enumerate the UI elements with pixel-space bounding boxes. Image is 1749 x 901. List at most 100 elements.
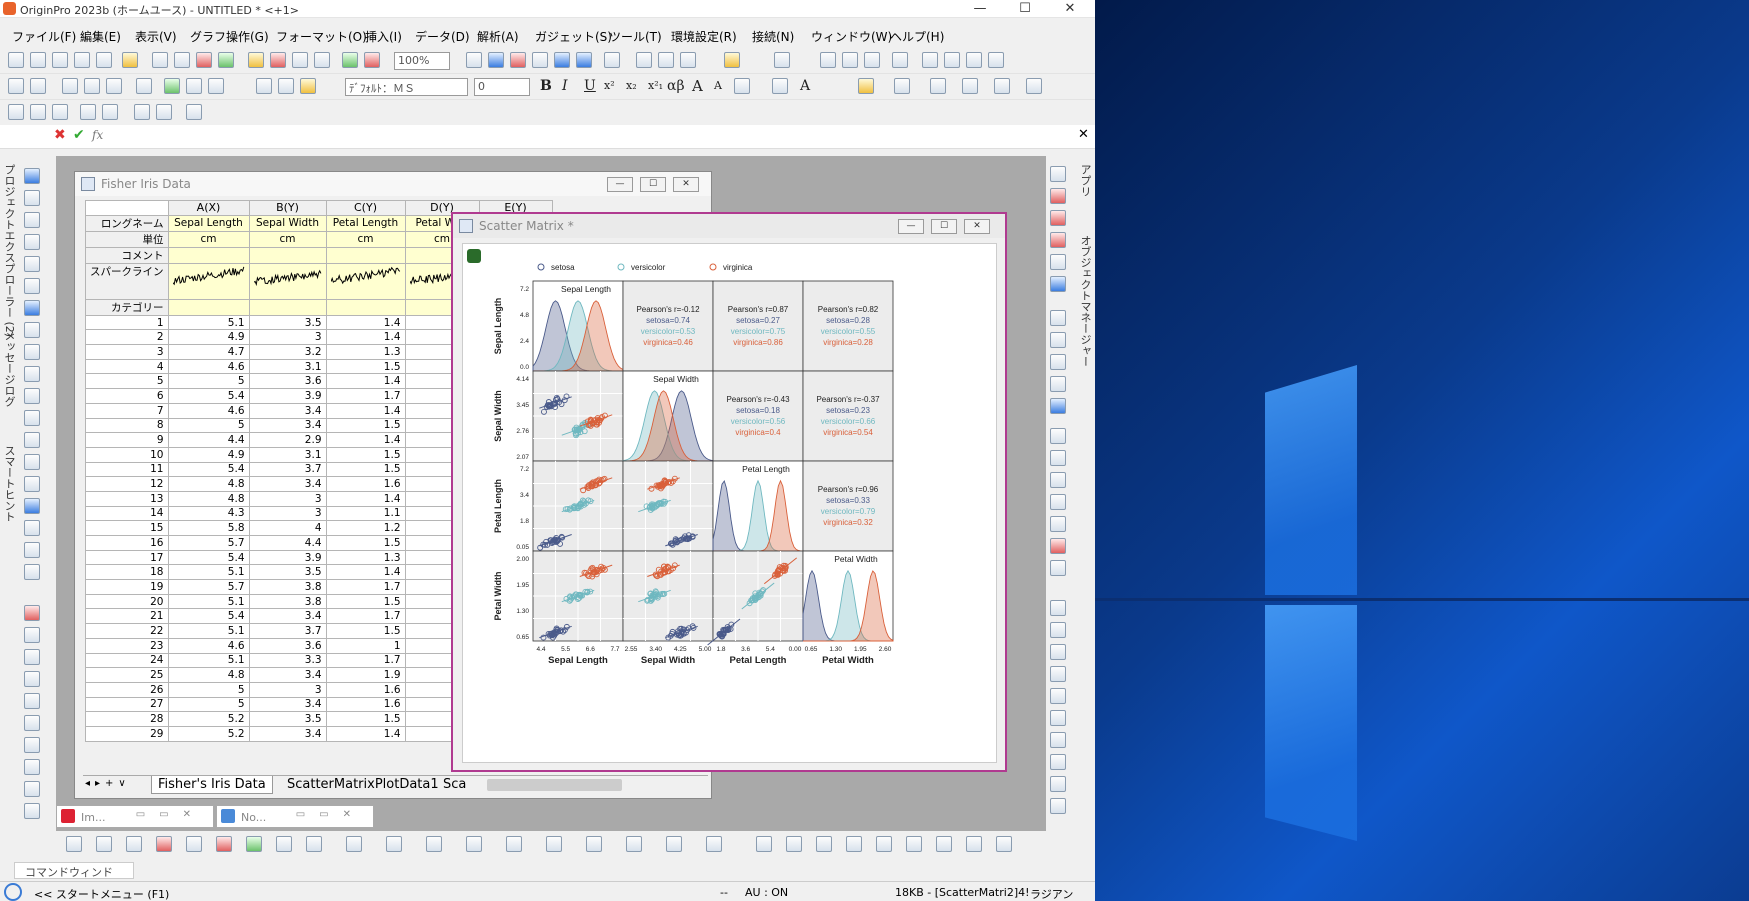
data-cell[interactable]: 3 [248, 681, 327, 698]
data-cell[interactable]: 1.4 [325, 564, 406, 581]
hierarchy-icon[interactable] [604, 52, 620, 68]
frame-6-icon[interactable] [1050, 538, 1066, 554]
save-as-icon[interactable] [314, 52, 330, 68]
frame-5-icon[interactable] [1050, 516, 1066, 532]
row-number[interactable]: 20 [85, 593, 169, 610]
menu-connect[interactable]: 接続(N) [752, 28, 794, 45]
data-cell[interactable]: 1.4 [325, 373, 406, 390]
graph-minimize-button[interactable]: — [898, 219, 924, 234]
minimized-window-notes[interactable]: No... ▭▭✕ [216, 805, 374, 828]
star-icon[interactable] [24, 693, 40, 709]
sheet-tab-sca[interactable]: Sca [437, 776, 472, 794]
new-workbook-icon[interactable] [30, 52, 46, 68]
data-cell[interactable]: 3.5 [248, 564, 327, 581]
data-cell[interactable]: 5.4 [167, 388, 250, 404]
sort-icon[interactable] [864, 52, 880, 68]
row-number[interactable]: 22 [85, 623, 169, 639]
sqrt-tool-icon[interactable] [24, 498, 40, 514]
command-window-icon[interactable] [658, 52, 674, 68]
data-cell[interactable]: 3.4 [248, 402, 327, 419]
row-number[interactable]: 27 [85, 696, 169, 713]
data-cell[interactable]: 4 [248, 520, 327, 536]
data-cell[interactable]: 5.2 [167, 725, 250, 742]
data-cell[interactable]: 4.4 [167, 432, 250, 448]
merge-icon[interactable] [1050, 276, 1066, 292]
data-cell[interactable]: 3.4 [248, 667, 327, 683]
ruler-icon[interactable] [24, 715, 40, 731]
arrange-6-icon[interactable] [1050, 710, 1066, 726]
row-number[interactable]: 14 [85, 505, 169, 522]
axis-3-icon[interactable] [1050, 232, 1066, 248]
fill-color-icon[interactable] [858, 78, 874, 94]
menu-graph[interactable]: グラフ操作(G) [190, 28, 269, 45]
data-cell[interactable]: 3.4 [248, 476, 327, 492]
data-cell[interactable]: 1.4 [325, 329, 406, 346]
data-cell[interactable]: 4.7 [167, 344, 250, 360]
data-cell[interactable]: 3.4 [248, 696, 327, 713]
data-cell[interactable]: 4.8 [167, 476, 250, 492]
menu-format[interactable]: フォーマット(O) [276, 28, 367, 45]
worksheet-close-button[interactable]: ✕ [673, 177, 699, 192]
tab-smart-hint[interactable]: スマートヒント [1, 445, 17, 522]
row-number[interactable]: 28 [85, 711, 169, 727]
align-left-icon[interactable] [734, 78, 750, 94]
bold-button[interactable]: B [540, 78, 552, 94]
table-tool-icon[interactable] [24, 803, 40, 819]
tab-message-log[interactable]: メッセージログ [1, 330, 17, 407]
insert-table-icon[interactable] [546, 836, 562, 852]
data-cell[interactable]: 1.3 [325, 344, 406, 360]
layer-tool-icon[interactable] [24, 564, 40, 580]
frame-3-icon[interactable] [1050, 472, 1066, 488]
data-cell[interactable]: 1.7 [325, 608, 406, 625]
new-code-icon[interactable] [218, 52, 234, 68]
data-cell[interactable]: 1.4 [325, 432, 406, 448]
box-icon[interactable] [586, 836, 602, 852]
script-icon[interactable] [532, 52, 548, 68]
add-data-icon[interactable] [164, 78, 180, 94]
arrange-3-icon[interactable] [1050, 644, 1066, 660]
polar-icon[interactable] [346, 836, 362, 852]
data-cell[interactable]: 1.4 [325, 402, 406, 419]
grid-icon[interactable] [24, 671, 40, 687]
digits-icon[interactable] [892, 52, 908, 68]
worksheet-title-bar[interactable]: Fisher Iris Data — ☐ ✕ [75, 172, 711, 196]
data-cell[interactable]: 1.5 [325, 623, 406, 639]
table-icon[interactable] [106, 78, 122, 94]
minimized-controls[interactable]: ▭▭✕ [296, 809, 365, 820]
zoom-out-icon[interactable] [24, 212, 40, 228]
data-cell[interactable]: 1.7 [325, 579, 406, 595]
row-number[interactable]: 8 [85, 417, 169, 434]
worksheet-minimize-button[interactable]: — [607, 177, 633, 192]
frame-2-icon[interactable] [1050, 450, 1066, 466]
align-icon[interactable] [134, 104, 150, 120]
data-cell[interactable]: 1.7 [325, 388, 406, 404]
arrow-right-icon[interactable] [30, 104, 46, 120]
layer-icon[interactable] [208, 78, 224, 94]
data-cell[interactable]: 4.8 [167, 667, 250, 683]
row-number[interactable]: 16 [85, 535, 169, 551]
rescale-icon[interactable] [1050, 254, 1066, 270]
pointer-icon[interactable] [24, 168, 40, 184]
sheet-tab-scatter-data[interactable]: ScatterMatrixPlotData1 [281, 776, 445, 794]
hand-tool-icon[interactable] [24, 476, 40, 492]
row-number[interactable]: 13 [85, 490, 169, 507]
arrange-1-icon[interactable] [1050, 600, 1066, 616]
rotate-icon[interactable] [816, 836, 832, 852]
back-icon[interactable] [102, 104, 118, 120]
comment-cell[interactable] [325, 246, 406, 264]
statistics-icon[interactable] [820, 52, 836, 68]
rectangle-tool-icon[interactable] [24, 454, 40, 470]
data-cell[interactable]: 4.9 [167, 329, 250, 346]
equal-icon[interactable] [24, 649, 40, 665]
data-cell[interactable]: 1.6 [325, 681, 406, 698]
category-cell[interactable] [325, 298, 406, 316]
ungroup-icon[interactable] [966, 836, 982, 852]
column-header-b[interactable]: B(Y) [248, 200, 327, 216]
graph-close-button[interactable]: ✕ [964, 219, 990, 234]
order-icon[interactable] [906, 836, 922, 852]
italic-button[interactable]: I [562, 78, 568, 94]
horizontal-scrollbar[interactable] [487, 779, 622, 791]
data-cell[interactable]: 3.6 [248, 373, 327, 390]
comment-cell[interactable] [167, 246, 250, 264]
recalculate-icon[interactable] [342, 52, 358, 68]
